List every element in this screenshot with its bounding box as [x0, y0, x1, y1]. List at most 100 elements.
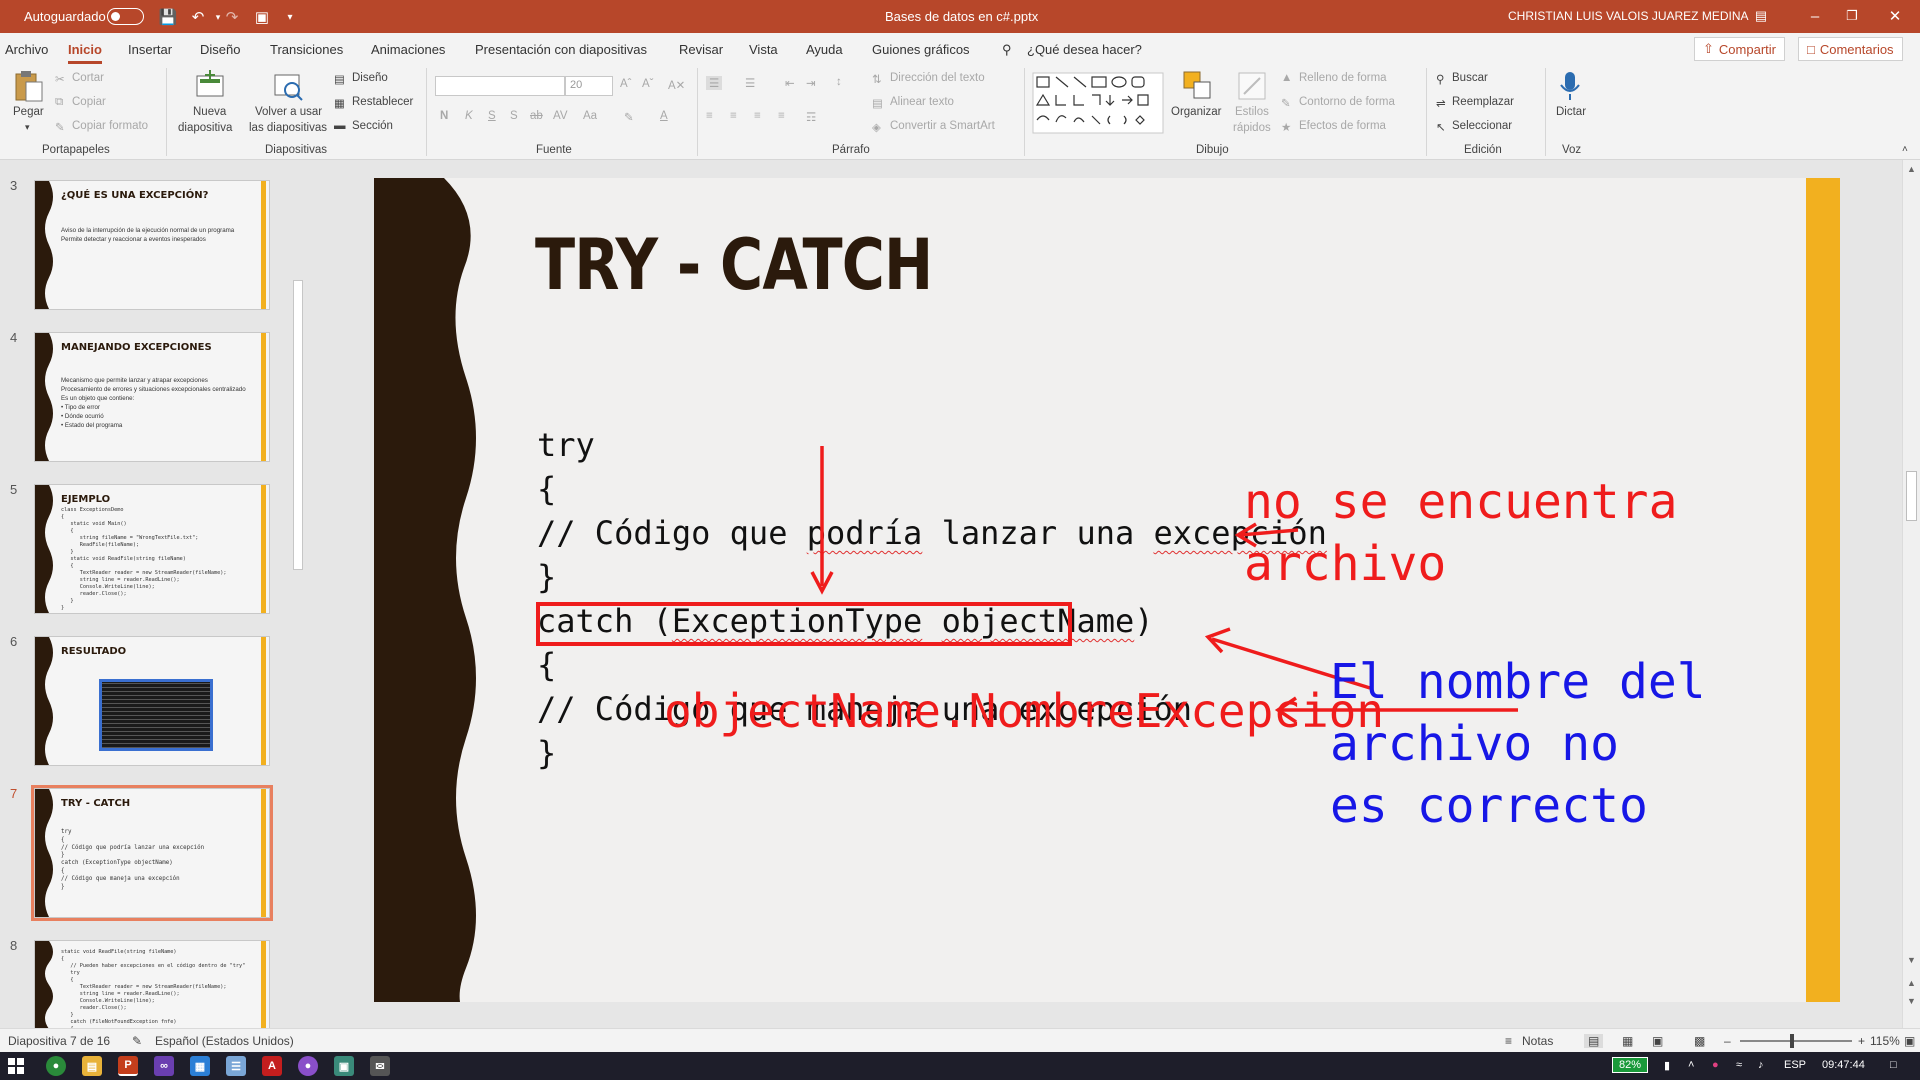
thumbnail-slide-3[interactable]: ¿QUÉ ES UNA EXCEPCIÓN? Aviso de la inter… — [34, 180, 270, 310]
shadow-button[interactable]: S — [510, 110, 518, 122]
volume-icon[interactable]: ♪ — [1758, 1059, 1764, 1071]
shape-outline-icon[interactable]: ✎ — [1281, 96, 1291, 110]
acrobat-icon[interactable]: A — [262, 1056, 282, 1076]
start-presentation-icon[interactable]: ▣ — [252, 7, 272, 27]
arrange-label[interactable]: Organizar — [1171, 106, 1222, 118]
justify-icon[interactable]: ≡ — [778, 110, 785, 122]
zoom-slider[interactable] — [1740, 1040, 1852, 1042]
battery-indicator[interactable]: 82% — [1612, 1057, 1649, 1073]
show-hidden-icons[interactable]: ˄ — [1688, 1059, 1694, 1071]
thumbnail-scrollbar-thumb[interactable] — [293, 280, 303, 570]
tell-me-input[interactable]: ¿Qué desea hacer? — [1027, 42, 1142, 57]
microphone-tray-icon[interactable]: ▮ — [1664, 1059, 1670, 1072]
powerpoint-icon[interactable]: P — [118, 1056, 138, 1076]
restore-icon[interactable]: ❐ — [1837, 6, 1867, 26]
quick-styles-icon[interactable] — [1236, 70, 1268, 102]
shape-fill-label[interactable]: Relleno de forma — [1299, 72, 1387, 84]
wifi-icon[interactable]: ≈ — [1736, 1059, 1742, 1071]
align-left-icon[interactable]: ≡ — [706, 110, 713, 122]
zoom-level[interactable]: 115% — [1870, 1034, 1900, 1048]
slide-scrollbar[interactable]: ▲ ▼ ▲ ▼ — [1902, 160, 1920, 1028]
format-painter-icon[interactable]: ✎ — [55, 120, 65, 134]
align-text-icon[interactable]: ▤ — [872, 96, 883, 110]
thumbnail-slide-5[interactable]: EJEMPLO class ExceptionsDemo { static vo… — [34, 484, 270, 614]
align-center-icon[interactable]: ≡ — [730, 110, 737, 122]
dictate-label[interactable]: Dictar — [1556, 106, 1586, 118]
notepad-icon[interactable]: ☰ — [226, 1056, 246, 1076]
windows-start-icon[interactable] — [8, 1058, 24, 1074]
smartart-icon[interactable]: ◈ — [872, 120, 881, 134]
shapes-gallery[interactable] — [1032, 72, 1164, 134]
slide-scrollbar-thumb[interactable] — [1906, 471, 1917, 521]
scroll-down-icon[interactable]: ▼ — [1907, 955, 1916, 965]
fit-slide-icon[interactable]: ▣ — [1904, 1034, 1915, 1048]
copy-icon[interactable]: ⧉ — [55, 96, 63, 109]
window-icon[interactable]: ▣ — [334, 1056, 354, 1076]
font-name-combobox[interactable] — [435, 76, 565, 96]
share-button[interactable]: ⇧ Compartir — [1694, 37, 1785, 61]
change-case-button[interactable]: Aa — [583, 110, 597, 122]
notes-icon[interactable]: ≡ — [1505, 1034, 1512, 1048]
numbering-icon[interactable]: ☰ — [745, 76, 755, 90]
tab-revisar[interactable]: Revisar — [679, 42, 723, 57]
strikethrough-button[interactable]: ab — [530, 110, 543, 122]
language-status[interactable]: Español (Estados Unidos) — [155, 1034, 294, 1048]
zoom-out-icon[interactable]: – — [1724, 1034, 1731, 1048]
notifications-icon[interactable]: □ — [1890, 1059, 1897, 1071]
mail-icon[interactable]: ✉ — [370, 1056, 390, 1076]
reuse-slides-icon[interactable] — [272, 70, 304, 102]
shape-effects-icon[interactable]: ★ — [1281, 120, 1291, 134]
select-label[interactable]: Seleccionar — [1452, 120, 1512, 132]
cut-label[interactable]: Cortar — [72, 72, 104, 84]
next-slide-icon[interactable]: ▼ — [1907, 996, 1916, 1006]
reuse-label-2[interactable]: las diapositivas — [249, 122, 327, 134]
close-icon[interactable]: ✕ — [1880, 6, 1910, 26]
thumbnail-scrollbar[interactable] — [290, 166, 304, 1028]
smartart-label[interactable]: Convertir a SmartArt — [890, 120, 995, 132]
shape-fill-icon[interactable]: ▲ — [1281, 72, 1292, 84]
chrome-icon[interactable]: ● — [46, 1056, 66, 1076]
tab-insertar[interactable]: Insertar — [128, 42, 172, 57]
folder-icon[interactable]: ▦ — [190, 1056, 210, 1076]
zoom-in-icon[interactable]: + — [1858, 1034, 1865, 1048]
paste-label[interactable]: Pegar — [13, 106, 44, 118]
collapse-ribbon-icon[interactable]: ˄ — [1902, 144, 1908, 155]
autosave-toggle[interactable] — [107, 8, 144, 25]
tab-archivo[interactable]: Archivo — [5, 42, 48, 57]
section-label[interactable]: Sección — [352, 120, 393, 132]
redo-icon[interactable]: ↷ — [222, 7, 242, 27]
zoom-slider-thumb[interactable] — [1790, 1034, 1794, 1048]
notes-button[interactable]: Notas — [1522, 1034, 1553, 1048]
section-icon[interactable]: ▬ — [334, 120, 346, 132]
paste-icon[interactable] — [12, 70, 44, 102]
new-slide-label-2[interactable]: diapositiva — [178, 122, 232, 134]
slideshow-icon[interactable]: ▩ — [1694, 1034, 1705, 1048]
clock[interactable]: 09:47:44 — [1822, 1059, 1865, 1071]
reuse-label[interactable]: Volver a usar — [255, 106, 322, 118]
select-icon[interactable]: ↖ — [1436, 120, 1446, 134]
tab-diseno[interactable]: Diseño — [200, 42, 240, 57]
align-right-icon[interactable]: ≡ — [754, 110, 761, 122]
tab-presentacion[interactable]: Presentación con diapositivas — [475, 42, 647, 57]
visual-studio-icon[interactable]: ∞ — [154, 1056, 174, 1076]
app-icon[interactable]: ● — [298, 1056, 318, 1076]
thumbnail-slide-8[interactable]: static void ReadFile(string fileName) { … — [34, 940, 270, 1030]
normal-view-icon[interactable]: ▤ — [1584, 1034, 1604, 1048]
tab-transiciones[interactable]: Transiciones — [270, 42, 343, 57]
line-spacing-icon[interactable]: ↕ — [836, 76, 842, 88]
undo-icon[interactable]: ↶ — [188, 7, 208, 27]
copy-label[interactable]: Copiar — [72, 96, 106, 108]
italic-button[interactable]: K — [465, 110, 473, 122]
bold-button[interactable]: N — [440, 110, 448, 122]
decrease-indent-icon[interactable]: ⇤ — [785, 76, 795, 90]
user-name[interactable]: CHRISTIAN LUIS VALOIS JUAREZ MEDINA — [1508, 9, 1749, 23]
slide-sorter-icon[interactable]: ▦ — [1622, 1034, 1633, 1048]
minimize-icon[interactable]: – — [1800, 6, 1830, 26]
shape-outline-label[interactable]: Contorno de forma — [1299, 96, 1395, 108]
thumbnail-slide-4[interactable]: MANEJANDO EXCEPCIONES Mecanismo que perm… — [34, 332, 270, 462]
thumbnail-slide-6[interactable]: RESULTADO — [34, 636, 270, 766]
new-slide-icon[interactable] — [194, 70, 226, 102]
align-text-label[interactable]: Alinear texto — [890, 96, 954, 108]
language-indicator[interactable]: ESP — [1784, 1059, 1806, 1071]
underline-button[interactable]: S — [488, 110, 496, 122]
